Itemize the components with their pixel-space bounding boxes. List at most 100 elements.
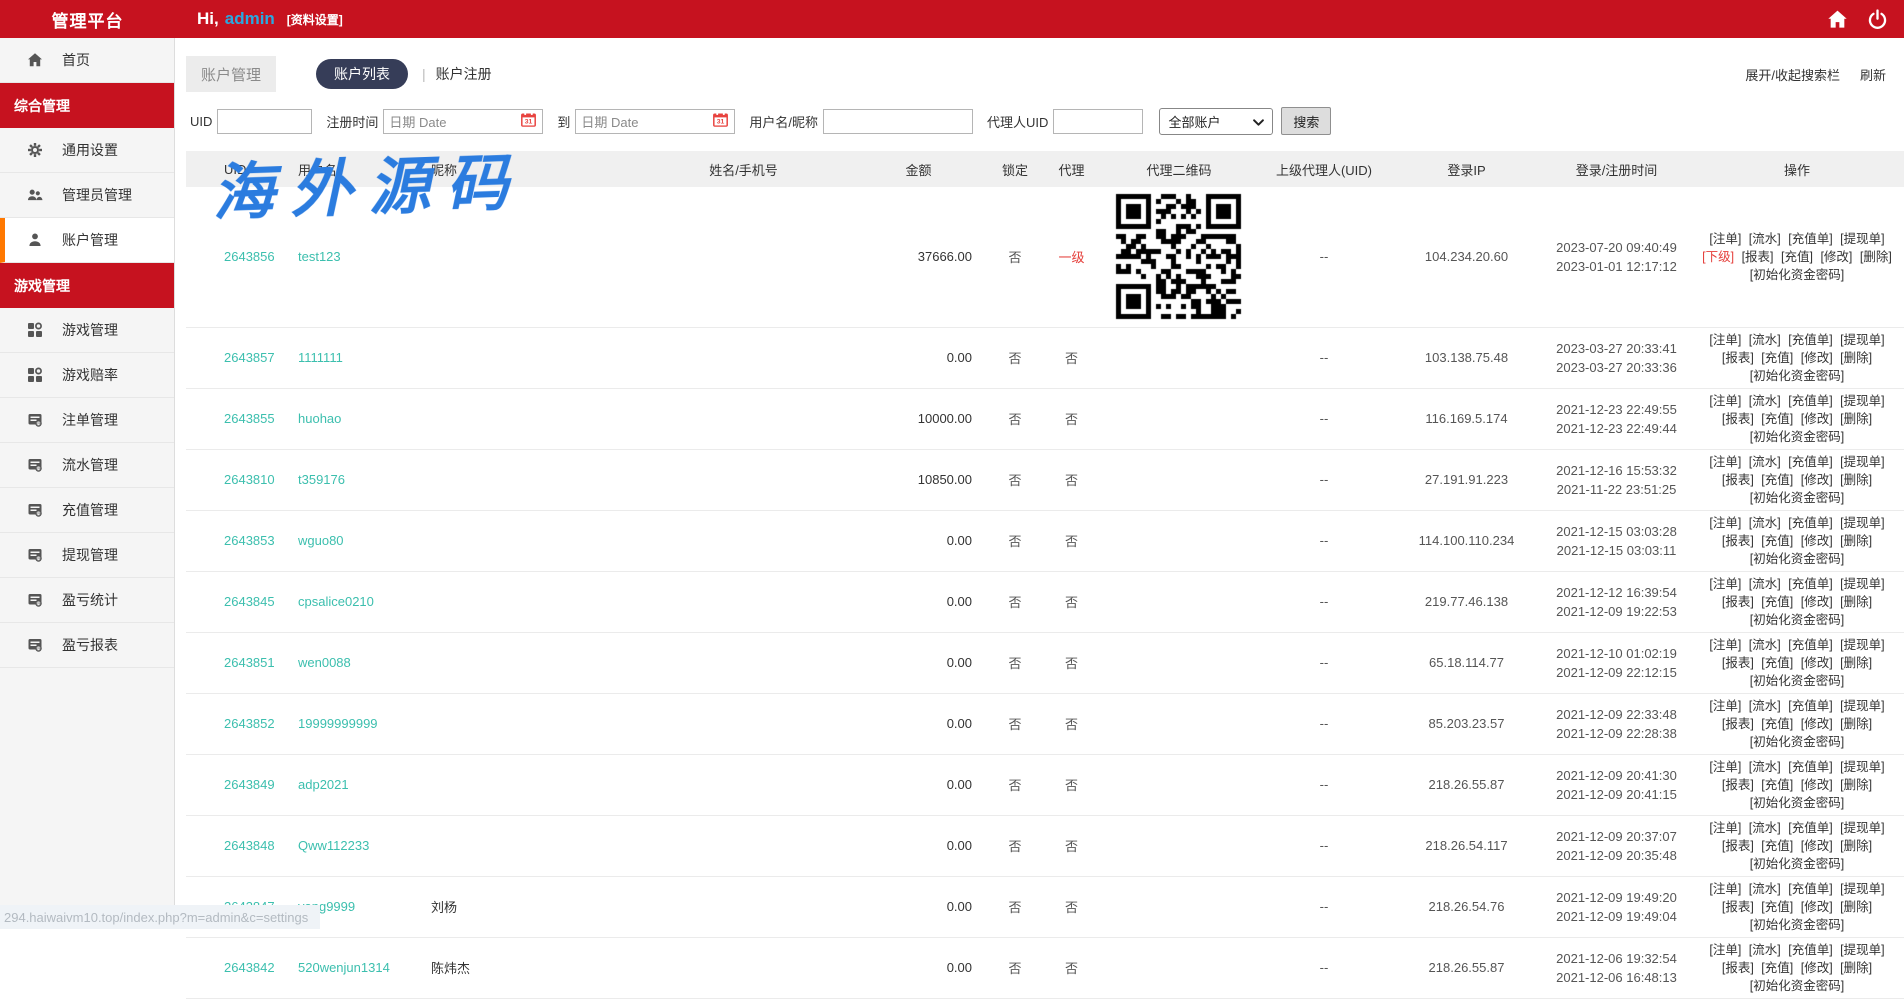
action-link[interactable]: [修改] xyxy=(1801,839,1833,853)
action-link[interactable]: [充值单] xyxy=(1788,394,1832,408)
action-link[interactable]: [注单] xyxy=(1709,333,1741,347)
action-link[interactable]: [充值单] xyxy=(1788,455,1832,469)
action-link[interactable]: [修改] xyxy=(1801,961,1833,975)
action-link[interactable]: [提现单] xyxy=(1840,577,1884,591)
action-link[interactable]: [提现单] xyxy=(1840,455,1884,469)
action-link[interactable]: [删除] xyxy=(1840,473,1872,487)
username-link[interactable]: Qww112233 xyxy=(298,838,369,853)
username-link[interactable]: 520wenjun1314 xyxy=(298,960,390,975)
agent-uid-input[interactable] xyxy=(1053,109,1143,134)
uid-link[interactable]: 2643849 xyxy=(224,777,275,792)
action-link[interactable]: [提现单] xyxy=(1840,394,1884,408)
action-link[interactable]: [充值] xyxy=(1761,900,1793,914)
action-link[interactable]: [充值单] xyxy=(1788,882,1832,896)
uid-link[interactable]: 2643852 xyxy=(224,716,275,731)
action-link[interactable]: [删除] xyxy=(1860,250,1892,264)
action-link[interactable]: [删除] xyxy=(1840,595,1872,609)
sidebar-item-6[interactable]: 游戏管理 xyxy=(0,308,174,353)
action-link[interactable]: [充值单] xyxy=(1788,760,1832,774)
sidebar-item-10[interactable]: @充值管理 xyxy=(0,488,174,533)
action-link[interactable]: [提现单] xyxy=(1840,821,1884,835)
action-link[interactable]: [充值单] xyxy=(1788,232,1832,246)
uid-link[interactable]: 2643857 xyxy=(224,350,275,365)
action-link[interactable]: [充值单] xyxy=(1788,516,1832,530)
action-link[interactable]: [初始化资金密码] xyxy=(1750,369,1844,383)
action-link[interactable]: [提现单] xyxy=(1840,333,1884,347)
username-input[interactable] xyxy=(823,109,973,134)
action-link[interactable]: [充值] xyxy=(1761,656,1793,670)
sidebar-item-9[interactable]: @流水管理 xyxy=(0,443,174,488)
action-link[interactable]: [流水] xyxy=(1749,333,1781,347)
action-link[interactable]: [报表] xyxy=(1742,250,1774,264)
action-link[interactable]: [初始化资金密码] xyxy=(1750,430,1844,444)
action-link[interactable]: [充值] xyxy=(1761,473,1793,487)
calendar-icon[interactable]: 31 xyxy=(712,111,729,131)
action-link[interactable]: [修改] xyxy=(1801,900,1833,914)
sidebar-item-0[interactable]: 首页 xyxy=(0,38,174,83)
home-icon[interactable] xyxy=(1826,8,1848,30)
action-link[interactable]: [流水] xyxy=(1749,882,1781,896)
action-link[interactable]: [充值] xyxy=(1761,412,1793,426)
username-link[interactable]: 19999999999 xyxy=(298,716,378,731)
action-link[interactable]: [流水] xyxy=(1749,821,1781,835)
action-link[interactable]: [修改] xyxy=(1801,717,1833,731)
action-link[interactable]: [流水] xyxy=(1749,516,1781,530)
action-link[interactable]: [注单] xyxy=(1709,232,1741,246)
action-link[interactable]: [提现单] xyxy=(1840,232,1884,246)
uid-input[interactable] xyxy=(217,109,312,134)
uid-link[interactable]: 2643810 xyxy=(224,472,275,487)
action-link[interactable]: [修改] xyxy=(1801,778,1833,792)
action-link[interactable]: [初始化资金密码] xyxy=(1750,674,1844,688)
uid-link[interactable]: 2643856 xyxy=(224,249,275,264)
action-link[interactable]: [修改] xyxy=(1801,473,1833,487)
action-link[interactable]: [充值单] xyxy=(1788,577,1832,591)
action-link[interactable]: [删除] xyxy=(1840,778,1872,792)
action-link[interactable]: [流水] xyxy=(1749,943,1781,957)
sidebar-item-11[interactable]: @提现管理 xyxy=(0,533,174,578)
action-link[interactable]: [流水] xyxy=(1749,232,1781,246)
action-link[interactable]: [注单] xyxy=(1709,516,1741,530)
action-link[interactable]: [报表] xyxy=(1722,534,1754,548)
action-link[interactable]: [充值单] xyxy=(1788,943,1832,957)
action-link[interactable]: [报表] xyxy=(1722,961,1754,975)
action-link[interactable]: [提现单] xyxy=(1840,882,1884,896)
action-link[interactable]: [注单] xyxy=(1709,821,1741,835)
action-link[interactable]: [修改] xyxy=(1801,656,1833,670)
action-link[interactable]: [初始化资金密码] xyxy=(1750,613,1844,627)
sidebar-item-12[interactable]: @盈亏统计 xyxy=(0,578,174,623)
uid-link[interactable]: 2643842 xyxy=(224,960,275,975)
action-link[interactable]: [报表] xyxy=(1722,778,1754,792)
username-link[interactable]: test123 xyxy=(298,249,341,264)
search-button[interactable]: 搜索 xyxy=(1281,107,1331,135)
action-link[interactable]: [报表] xyxy=(1722,656,1754,670)
action-link[interactable]: [报表] xyxy=(1722,839,1754,853)
action-link[interactable]: [报表] xyxy=(1722,351,1754,365)
action-link[interactable]: [初始化资金密码] xyxy=(1750,796,1844,810)
action-link[interactable]: [注单] xyxy=(1709,394,1741,408)
uid-link[interactable]: 2643853 xyxy=(224,533,275,548)
action-link[interactable]: [报表] xyxy=(1722,900,1754,914)
action-link[interactable]: [初始化资金密码] xyxy=(1750,552,1844,566)
action-link[interactable]: [提现单] xyxy=(1840,943,1884,957)
action-link[interactable]: [提现单] xyxy=(1840,516,1884,530)
action-link[interactable]: [初始化资金密码] xyxy=(1750,918,1844,932)
uid-link[interactable]: 2643851 xyxy=(224,655,275,670)
action-link[interactable]: [充值] xyxy=(1761,778,1793,792)
action-link[interactable]: [充值] xyxy=(1761,717,1793,731)
action-link[interactable]: [充值] xyxy=(1761,961,1793,975)
username-link[interactable]: t359176 xyxy=(298,472,345,487)
action-link[interactable]: [注单] xyxy=(1709,577,1741,591)
action-link[interactable]: [充值] xyxy=(1761,839,1793,853)
action-link[interactable]: [流水] xyxy=(1749,760,1781,774)
sidebar-item-3[interactable]: 管理员管理 xyxy=(0,173,174,218)
action-link[interactable]: [删除] xyxy=(1840,900,1872,914)
action-link[interactable]: [初始化资金密码] xyxy=(1750,268,1844,282)
date-from-input[interactable]: 日期 Date 31 xyxy=(383,109,543,134)
sidebar-item-2[interactable]: 通用设置 xyxy=(0,128,174,173)
uid-link[interactable]: 2643845 xyxy=(224,594,275,609)
action-link[interactable]: [流水] xyxy=(1749,455,1781,469)
action-link[interactable]: [删除] xyxy=(1840,412,1872,426)
action-link[interactable]: [删除] xyxy=(1840,534,1872,548)
action-link[interactable]: [报表] xyxy=(1722,412,1754,426)
action-link[interactable]: [流水] xyxy=(1749,394,1781,408)
